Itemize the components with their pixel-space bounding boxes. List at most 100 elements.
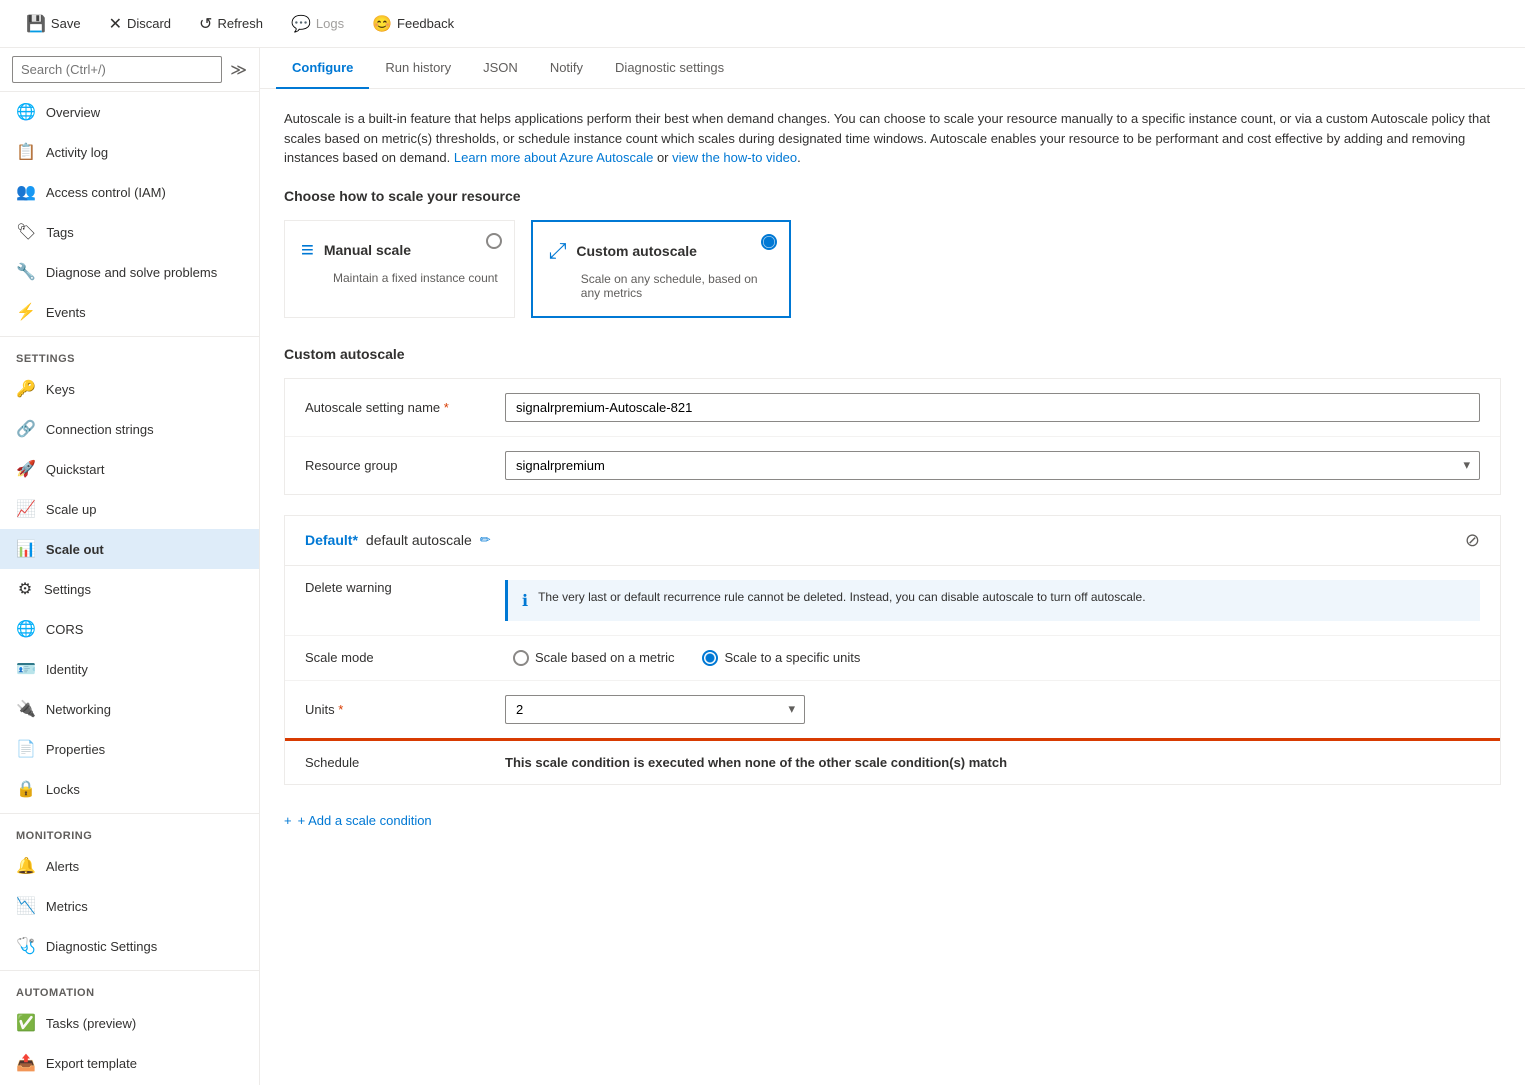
- sidebar-item-label: Properties: [46, 742, 105, 757]
- alerts-icon: 🔔: [16, 856, 36, 876]
- add-scale-condition-button[interactable]: + + Add a scale condition: [284, 805, 1501, 836]
- add-condition-label: + Add a scale condition: [298, 813, 432, 828]
- search-input[interactable]: [12, 56, 222, 83]
- autoscale-name-input[interactable]: [505, 393, 1480, 422]
- sidebar-item-scale-up[interactable]: 📈 Scale up: [0, 489, 259, 529]
- delete-condition-icon[interactable]: ⊘: [1465, 530, 1480, 551]
- scale-metric-option[interactable]: Scale based on a metric: [513, 650, 674, 666]
- units-required-marker: *: [338, 702, 343, 717]
- manual-scale-icon: ≡: [301, 237, 314, 263]
- sidebar-item-label: Alerts: [46, 859, 79, 874]
- refresh-button[interactable]: ↺ Refresh: [189, 8, 273, 40]
- sidebar-item-label: Scale up: [46, 502, 97, 517]
- delete-warning-text: The very last or default recurrence rule…: [538, 590, 1145, 604]
- sidebar-divider-3: [0, 970, 259, 971]
- diagnostic-settings-icon: 🩺: [16, 936, 36, 956]
- sidebar-item-quickstart[interactable]: 🚀 Quickstart: [0, 449, 259, 489]
- tab-bar: Configure Run history JSON Notify Diagno…: [260, 48, 1525, 89]
- sidebar-item-properties[interactable]: 📄 Properties: [0, 729, 259, 769]
- scale-units-option[interactable]: Scale to a specific units: [702, 650, 860, 666]
- sidebar-item-activity-log[interactable]: 📋 Activity log: [0, 132, 259, 172]
- sidebar-item-access-control[interactable]: 👥 Access control (IAM): [0, 172, 259, 212]
- logs-icon: 💬: [291, 14, 311, 34]
- save-button[interactable]: 💾 Save: [16, 8, 91, 40]
- sidebar-item-diagnostic-settings[interactable]: 🩺 Diagnostic Settings: [0, 926, 259, 966]
- manual-scale-desc: Maintain a fixed instance count: [301, 271, 498, 285]
- resource-group-select-wrapper: signalrpremium ▾: [505, 451, 1480, 480]
- sidebar-item-scale-out[interactable]: 📊 Scale out: [0, 529, 259, 569]
- learn-more-link[interactable]: Learn more about Azure Autoscale: [454, 150, 653, 165]
- sidebar-item-label: Export template: [46, 1056, 137, 1071]
- sidebar-item-label: Quickstart: [46, 462, 105, 477]
- sidebar-item-settings[interactable]: ⚙ Settings: [0, 569, 259, 609]
- sidebar-item-keys[interactable]: 🔑 Keys: [0, 369, 259, 409]
- manual-scale-card[interactable]: ≡ Manual scale Maintain a fixed instance…: [284, 220, 515, 318]
- tab-json[interactable]: JSON: [467, 48, 534, 89]
- sidebar-item-label: Connection strings: [46, 422, 154, 437]
- resource-group-label: Resource group: [305, 458, 505, 473]
- autoscale-name-row: Autoscale setting name *: [285, 379, 1500, 437]
- custom-autoscale-icon: ⤢: [549, 238, 567, 264]
- scale-units-radio[interactable]: [702, 650, 718, 666]
- sidebar-item-metrics[interactable]: 📉 Metrics: [0, 886, 259, 926]
- default-name: default autoscale: [366, 532, 472, 548]
- identity-icon: 🪪: [16, 659, 36, 679]
- sidebar-item-alerts[interactable]: 🔔 Alerts: [0, 846, 259, 886]
- sidebar: ≫ 🌐 Overview 📋 Activity log 👥 Access con…: [0, 48, 260, 1085]
- scale-metric-radio[interactable]: [513, 650, 529, 666]
- units-label: Units *: [305, 702, 505, 717]
- sidebar-item-networking[interactable]: 🔌 Networking: [0, 689, 259, 729]
- collapse-button[interactable]: ≫: [230, 60, 247, 80]
- edit-condition-icon[interactable]: ✏: [480, 532, 491, 548]
- sidebar-item-label: Activity log: [46, 145, 108, 160]
- discard-button[interactable]: ✕ Discard: [99, 8, 181, 40]
- manual-scale-radio[interactable]: [486, 233, 502, 249]
- sidebar-item-label: Identity: [46, 662, 88, 677]
- keys-icon: 🔑: [16, 379, 36, 399]
- default-label: Default*: [305, 532, 358, 548]
- schedule-row: Schedule This scale condition is execute…: [285, 741, 1500, 784]
- sidebar-item-tags[interactable]: 🏷 Tags: [0, 212, 259, 252]
- sidebar-item-locks[interactable]: 🔒 Locks: [0, 769, 259, 809]
- units-select[interactable]: 2: [505, 695, 805, 724]
- sidebar-item-identity[interactable]: 🪪 Identity: [0, 649, 259, 689]
- overview-icon: 🌐: [16, 102, 36, 122]
- sidebar-item-label: Settings: [44, 582, 91, 597]
- sidebar-item-label: Overview: [46, 105, 100, 120]
- sidebar-item-label: Scale out: [46, 542, 104, 557]
- settings-section-title: Settings: [0, 341, 259, 369]
- resource-group-select[interactable]: signalrpremium: [505, 451, 1480, 480]
- sidebar-item-events[interactable]: ⚡ Events: [0, 292, 259, 332]
- sidebar-item-tasks[interactable]: ✅ Tasks (preview): [0, 1003, 259, 1043]
- sidebar-item-overview[interactable]: 🌐 Overview: [0, 92, 259, 132]
- quickstart-icon: 🚀: [16, 459, 36, 479]
- howto-video-link[interactable]: view the how-to video: [672, 150, 797, 165]
- save-icon: 💾: [26, 14, 46, 34]
- sidebar-item-label: Locks: [46, 782, 80, 797]
- scale-out-icon: 📊: [16, 539, 36, 559]
- sidebar-item-diagnose[interactable]: 🔧 Diagnose and solve problems: [0, 252, 259, 292]
- tab-notify[interactable]: Notify: [534, 48, 599, 89]
- scale-mode-row: Scale mode Scale based on a metric Scale…: [285, 636, 1500, 681]
- properties-icon: 📄: [16, 739, 36, 759]
- custom-autoscale-title: Custom autoscale: [576, 243, 697, 259]
- sidebar-item-export-template[interactable]: 📤 Export template: [0, 1043, 259, 1083]
- custom-autoscale-section-title: Custom autoscale: [284, 346, 1501, 362]
- tab-run-history[interactable]: Run history: [369, 48, 467, 89]
- feedback-button[interactable]: 😊 Feedback: [362, 8, 464, 40]
- custom-autoscale-radio[interactable]: [761, 234, 777, 250]
- name-required-marker: *: [444, 400, 449, 415]
- sidebar-item-connection-strings[interactable]: 🔗 Connection strings: [0, 409, 259, 449]
- logs-button[interactable]: 💬 Logs: [281, 8, 354, 40]
- sidebar-item-cors[interactable]: 🌐 CORS: [0, 609, 259, 649]
- tab-configure[interactable]: Configure: [276, 48, 369, 89]
- sidebar-item-label: Keys: [46, 382, 75, 397]
- export-template-icon: 📤: [16, 1053, 36, 1073]
- scale-section-title: Choose how to scale your resource: [284, 188, 1501, 204]
- manual-scale-header: ≡ Manual scale: [301, 237, 498, 263]
- custom-autoscale-card[interactable]: ⤢ Custom autoscale Scale on any schedule…: [531, 220, 791, 318]
- sidebar-item-label: Events: [46, 305, 86, 320]
- tab-diagnostic-settings[interactable]: Diagnostic settings: [599, 48, 740, 89]
- custom-autoscale-header: ⤢ Custom autoscale: [549, 238, 773, 264]
- metrics-icon: 📉: [16, 896, 36, 916]
